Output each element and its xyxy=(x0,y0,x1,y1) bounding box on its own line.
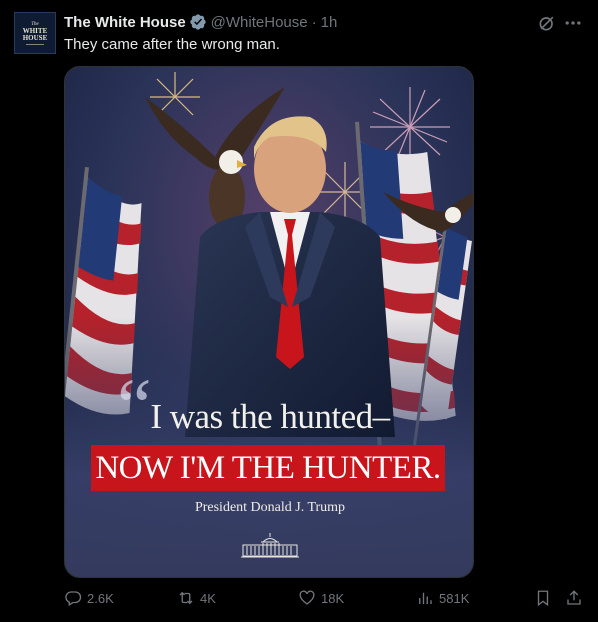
separator: · xyxy=(311,13,317,31)
share-icon xyxy=(567,590,581,605)
repost-count: 4K xyxy=(200,590,216,606)
views-icon xyxy=(419,592,432,604)
tweet-image[interactable]: “ I was the hunted– NOW I'M THE HUNTER. … xyxy=(64,66,474,578)
more-icon[interactable] xyxy=(562,13,584,33)
white-house-logo-icon xyxy=(241,533,299,558)
tweet-text: They came after the wrong man. xyxy=(64,36,280,53)
bookmark-icon xyxy=(537,590,549,607)
like-icon xyxy=(299,590,315,605)
timestamp[interactable]: 1h xyxy=(321,14,338,31)
avatar-divider xyxy=(26,43,44,45)
like-count: 18K xyxy=(321,590,345,606)
action-bar: 2.6K 4K 18K 581K xyxy=(64,589,584,613)
views-button[interactable]: 581K xyxy=(416,589,469,607)
verified-badge-icon[interactable] xyxy=(189,13,207,31)
views-count: 581K xyxy=(439,590,470,606)
like-button[interactable]: 18K xyxy=(298,589,344,607)
poster-attribution: President Donald J. Trump xyxy=(194,500,346,515)
tweet[interactable]: The WHITE HOUSE The White House @WhiteHo… xyxy=(0,0,598,622)
avatar-text-the: The xyxy=(31,21,39,27)
avatar[interactable]: The WHITE HOUSE xyxy=(14,12,56,54)
reply-button[interactable]: 2.6K xyxy=(64,589,114,607)
repost-icon xyxy=(179,591,193,605)
reply-icon xyxy=(65,591,82,606)
poster-headline-line2: NOW I'M THE HUNTER. xyxy=(95,449,441,486)
avatar-text-house: HOUSE xyxy=(22,33,48,42)
share-button[interactable] xyxy=(565,589,588,607)
repost-button[interactable]: 4K xyxy=(177,589,216,607)
tweet-header: The White House @WhiteHouse · 1h xyxy=(64,12,337,32)
reply-count: 2.6K xyxy=(87,590,114,606)
author-name[interactable]: The White House xyxy=(64,14,186,31)
poster-red-banner: NOW I'M THE HUNTER. xyxy=(91,445,445,491)
bookmark-button[interactable] xyxy=(534,589,557,607)
grok-icon[interactable] xyxy=(537,13,557,33)
author-handle[interactable]: @WhiteHouse xyxy=(211,14,308,31)
poster-headline-line1: I was the hunted– xyxy=(150,397,390,436)
